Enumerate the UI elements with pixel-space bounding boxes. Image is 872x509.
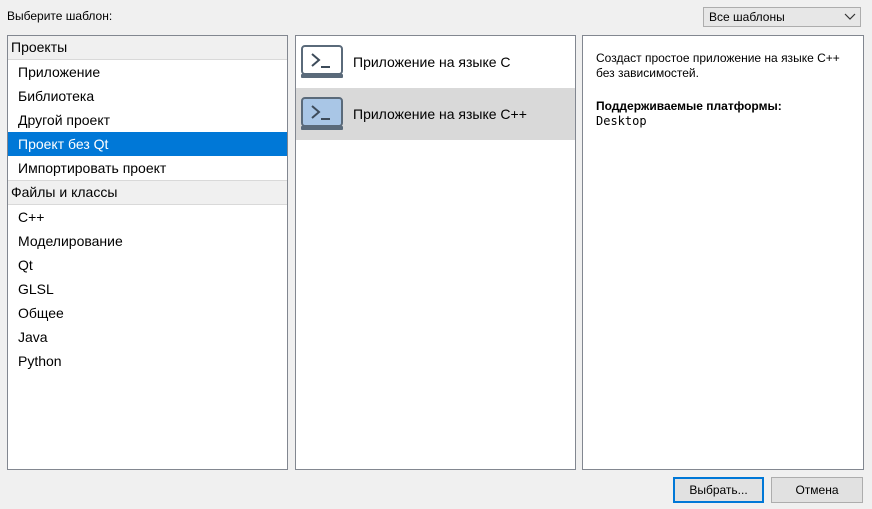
category-item-import-project[interactable]: Импортировать проект	[8, 156, 287, 180]
category-list[interactable]: Проекты Приложение Библиотека Другой про…	[7, 35, 288, 470]
category-item-application[interactable]: Приложение	[8, 60, 287, 84]
template-item-c-application[interactable]: Приложение на языке C	[296, 36, 575, 88]
supported-platforms-value: Desktop	[596, 114, 647, 128]
choose-button[interactable]: Выбрать...	[673, 477, 764, 503]
chevron-down-icon	[844, 13, 856, 20]
terminal-icon	[301, 97, 343, 130]
template-description-panel: Создаст простое приложение на языке C++ …	[582, 35, 864, 470]
category-item-java[interactable]: Java	[8, 325, 287, 349]
category-header-projects: Проекты	[8, 36, 287, 60]
template-filter-value: Все шаблоны	[709, 10, 785, 24]
category-item-python[interactable]: Python	[8, 349, 287, 373]
category-item-cpp[interactable]: C++	[8, 205, 287, 229]
template-list[interactable]: Приложение на языке C Приложение на язык…	[295, 35, 576, 470]
cancel-button[interactable]: Отмена	[771, 477, 863, 503]
supported-platforms-title: Поддерживаемые платформы:	[596, 99, 782, 113]
category-item-non-qt-project[interactable]: Проект без Qt	[8, 132, 287, 156]
template-item-label: Приложение на языке C	[353, 54, 511, 70]
template-filter-dropdown[interactable]: Все шаблоны	[703, 7, 861, 27]
category-header-files-classes: Файлы и классы	[8, 180, 287, 205]
choose-template-label: Выберите шаблон:	[7, 9, 113, 23]
template-description-text: Создаст простое приложение на языке C++ …	[596, 51, 840, 80]
category-item-modeling[interactable]: Моделирование	[8, 229, 287, 253]
category-item-library[interactable]: Библиотека	[8, 84, 287, 108]
template-item-label: Приложение на языке C++	[353, 106, 527, 122]
template-item-cpp-application[interactable]: Приложение на языке C++	[296, 88, 575, 140]
category-item-glsl[interactable]: GLSL	[8, 277, 287, 301]
category-item-qt[interactable]: Qt	[8, 253, 287, 277]
category-item-other-project[interactable]: Другой проект	[8, 108, 287, 132]
terminal-icon	[301, 45, 343, 78]
category-item-general[interactable]: Общее	[8, 301, 287, 325]
